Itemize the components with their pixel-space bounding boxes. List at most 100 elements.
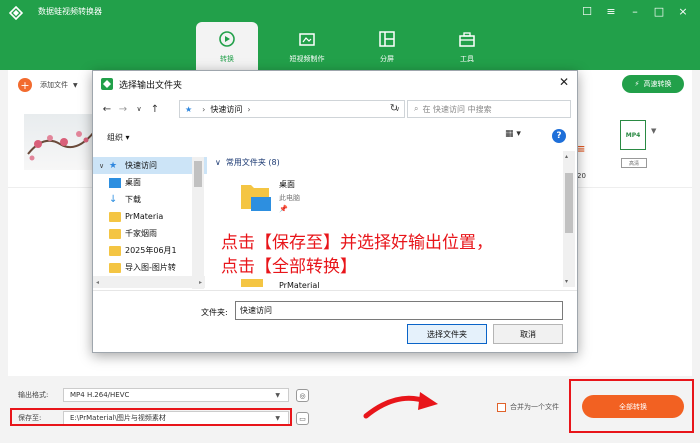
- folder-icon: [241, 279, 263, 287]
- address-bar[interactable]: ★ › 快速访问 › ∨: [179, 100, 405, 118]
- edit-icon[interactable]: ≡: [577, 144, 585, 155]
- output-format-select[interactable]: MP4 H.264/HEVC ▼: [63, 388, 289, 402]
- chevron-down-icon[interactable]: ▼: [651, 127, 656, 135]
- tab-convert-label: 转换: [220, 55, 234, 63]
- search-input[interactable]: ⌕ 在 快速访问 中搜索: [407, 100, 571, 118]
- back-icon[interactable]: ←: [99, 104, 115, 115]
- chevron-up-icon[interactable]: ▴: [565, 153, 568, 160]
- navigation-bar: ← → ∨ ↑ ★ › 快速访问 › ∨ ↻ ⌕ 在 快速访问 中搜索: [93, 98, 577, 120]
- help-icon[interactable]: ?: [552, 129, 566, 143]
- menu-icon[interactable]: ≡: [602, 3, 620, 19]
- chevron-down-icon[interactable]: ▼: [73, 82, 78, 89]
- close-icon[interactable]: ✕: [559, 75, 569, 89]
- up-icon[interactable]: ↑: [147, 104, 163, 115]
- folder-icon: [109, 245, 121, 256]
- chevron-down-icon[interactable]: ∨: [99, 162, 109, 170]
- item-name[interactable]: 桌面: [279, 179, 295, 190]
- chevron-down-icon[interactable]: ∨: [131, 105, 147, 113]
- tree-item-label: 千家烟雨: [125, 229, 157, 238]
- group-header-label: 常用文件夹 (8): [225, 158, 280, 167]
- chevron-down-icon[interactable]: ▾: [565, 278, 568, 285]
- desktop-icon: [109, 177, 121, 188]
- tree-item-label: 导入图-图片转: [125, 263, 176, 272]
- chevron-right-icon[interactable]: ▸: [199, 279, 202, 286]
- title-bar: 数据蛙视频转换器 ☐ ≡ – □ × 转换 短视频制作 分屏 工具: [0, 0, 700, 70]
- search-icon: ⌕: [414, 104, 419, 113]
- folder-icon: [109, 211, 121, 222]
- format-settings-icon[interactable]: ◎: [296, 389, 309, 402]
- tree-item-folder[interactable]: 千家烟雨 📌: [93, 225, 207, 242]
- tree-scrollbar[interactable]: [192, 157, 204, 289]
- tab-video-maker[interactable]: 短视频制作: [276, 22, 338, 70]
- feedback-icon[interactable]: ☐: [578, 3, 596, 19]
- view-options-icon[interactable]: ▦ ▾: [505, 129, 521, 139]
- add-file-button[interactable]: + 添加文件 ▼: [18, 78, 78, 92]
- app-logo-icon: [9, 6, 23, 20]
- annotation-line-1: 点击【保存至】并选择好输出位置，: [221, 233, 493, 253]
- dialog-title: 选择输出文件夹: [119, 80, 183, 91]
- navigation-tree: ∨ ★ 快速访问 桌面 📌 ↓ 下载 📌 PrMateria 📌 千家烟雨 📌: [93, 157, 207, 285]
- output-format-label: 输出格式:: [18, 391, 49, 399]
- window-controls: ☐ ≡ – □ ×: [578, 3, 692, 19]
- group-header[interactable]: ∨ 常用文件夹 (8): [215, 157, 280, 168]
- chevron-down-icon: ▼: [275, 391, 280, 399]
- folder-icon[interactable]: ▭: [296, 412, 309, 425]
- lightning-icon: ⚡: [634, 80, 640, 88]
- minimize-icon[interactable]: –: [626, 3, 644, 19]
- select-folder-dialog: 选择输出文件夹 ✕ ← → ∨ ↑ ★ › 快速访问 › ∨ ↻ ⌕ 在 快速访…: [92, 70, 578, 353]
- red-arrow-icon: [363, 392, 438, 419]
- tab-split-screen[interactable]: 分屏: [356, 22, 418, 70]
- folder-icon: [109, 228, 121, 239]
- tree-item-folder[interactable]: 导入图-图片转: [93, 259, 207, 276]
- chevron-right-icon[interactable]: ›: [247, 105, 250, 114]
- select-folder-button[interactable]: 选择文件夹: [407, 324, 487, 344]
- item-location: 此电脑: [279, 194, 300, 202]
- scrollbar-thumb[interactable]: [565, 173, 573, 233]
- save-to-highlight: [10, 408, 292, 426]
- output-format-badge[interactable]: MP4: [620, 120, 646, 150]
- cancel-button[interactable]: 取消: [493, 324, 563, 344]
- tab-tools[interactable]: 工具: [436, 22, 498, 70]
- tree-item-prmaterial[interactable]: PrMateria 📌: [93, 208, 207, 225]
- scrollbar-thumb[interactable]: [194, 161, 202, 187]
- tree-item-folder[interactable]: 2025年06月1 📌: [93, 242, 207, 259]
- folder-icon: [109, 262, 121, 273]
- tree-item-desktop[interactable]: 桌面 📌: [93, 174, 207, 191]
- chevron-left-icon[interactable]: ◂: [96, 279, 99, 286]
- desktop-folder-icon: [241, 185, 271, 211]
- refresh-icon[interactable]: ↻: [385, 100, 403, 116]
- add-file-label: 添加文件: [40, 81, 68, 89]
- organize-menu[interactable]: 组织 ▾: [107, 132, 130, 143]
- instruction-annotation: 点击【保存至】并选择好输出位置， 点击【全部转换】: [221, 231, 493, 279]
- tree-item-downloads[interactable]: ↓ 下载 📌: [93, 191, 207, 208]
- main-tabs: 转换 短视频制作 分屏 工具: [196, 22, 516, 70]
- content-scrollbar[interactable]: ▴ ▾: [563, 151, 575, 287]
- forward-icon[interactable]: →: [115, 104, 131, 115]
- divider: [93, 290, 577, 291]
- partial-value: 20: [577, 172, 586, 180]
- folder-name-input[interactable]: 快速访问: [235, 301, 563, 320]
- tree-item-label: 桌面: [125, 178, 141, 187]
- merge-label: 合并为一个文件: [510, 403, 559, 411]
- tree-item-label: 快速访问: [125, 161, 157, 170]
- tree-item-quick-access[interactable]: ∨ ★ 快速访问: [93, 157, 207, 174]
- checkbox-icon[interactable]: [497, 402, 506, 412]
- download-icon: ↓: [109, 193, 118, 205]
- close-icon[interactable]: ×: [674, 3, 692, 19]
- video-thumbnail[interactable]: [24, 114, 96, 170]
- chevron-right-icon: ›: [202, 104, 206, 114]
- tree-item-label: PrMateria: [125, 212, 164, 221]
- item-name[interactable]: PrMaterial: [279, 281, 319, 290]
- video-maker-icon: [299, 33, 315, 46]
- toolbox-icon: [459, 32, 475, 47]
- maximize-icon[interactable]: □: [650, 3, 668, 19]
- tab-convert[interactable]: 转换: [196, 22, 258, 70]
- plum-blossom-image: [27, 131, 95, 161]
- fast-convert-button[interactable]: ⚡ 高速转换: [622, 75, 684, 93]
- quality-label[interactable]: 高清: [621, 158, 647, 168]
- merge-checkbox[interactable]: 合并为一个文件: [497, 402, 559, 412]
- plus-icon: +: [18, 78, 32, 92]
- organize-label: 组织: [107, 132, 123, 142]
- tree-horizontal-scrollbar[interactable]: ◂ ▸: [93, 276, 205, 288]
- fast-convert-label: 高速转换: [643, 80, 672, 88]
